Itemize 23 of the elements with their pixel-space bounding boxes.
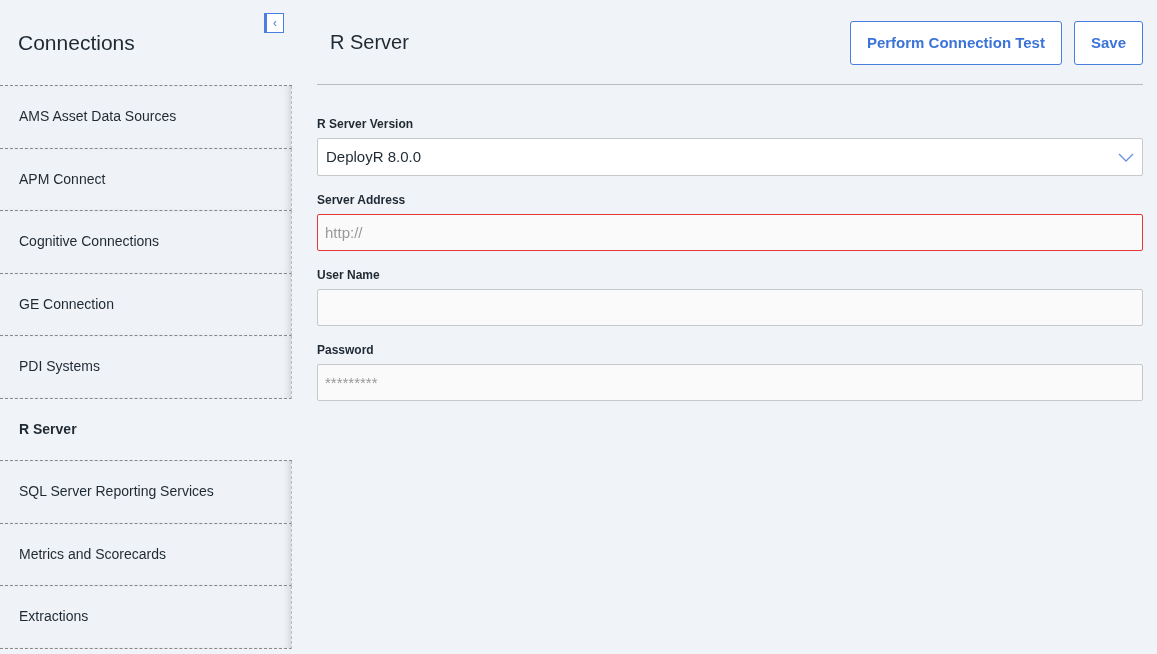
- input-field[interactable]: [317, 289, 1143, 326]
- action-button[interactable]: Save: [1073, 21, 1143, 65]
- sidebar-item[interactable]: Metrics and Scorecards: [0, 523, 292, 586]
- sidebar-item[interactable]: APM Connect: [0, 148, 292, 211]
- dropdown-value: DeployR 8.0.0: [326, 146, 422, 167]
- field-label: Server Address: [317, 194, 407, 206]
- input-field[interactable]: *********: [317, 364, 1143, 401]
- collapse-button[interactable]: ‹: [264, 13, 284, 33]
- page-title: R Server: [330, 30, 409, 55]
- sidebar-item[interactable]: Cognitive Connections: [0, 211, 292, 274]
- chevron-down-icon: [1118, 152, 1134, 162]
- action-button[interactable]: Perform Connection Test: [849, 21, 1062, 65]
- sidebar-item[interactable]: GE Connection: [0, 273, 292, 336]
- sidebar-item[interactable]: AMS Asset Data Sources: [0, 86, 292, 149]
- sidebar-item[interactable]: Extractions: [0, 586, 292, 649]
- sidebar-title: Connections: [18, 30, 135, 56]
- sidebar-item[interactable]: SQL Server Reporting Services: [0, 461, 292, 524]
- input-field[interactable]: http://: [317, 214, 1143, 251]
- sidebar-item[interactable]: PDI Systems: [0, 336, 292, 399]
- version-dropdown[interactable]: DeployR 8.0.0: [317, 138, 1143, 176]
- field-label: R Server Version: [317, 118, 415, 130]
- field-label: User Name: [317, 269, 381, 281]
- field-label: Password: [317, 344, 375, 356]
